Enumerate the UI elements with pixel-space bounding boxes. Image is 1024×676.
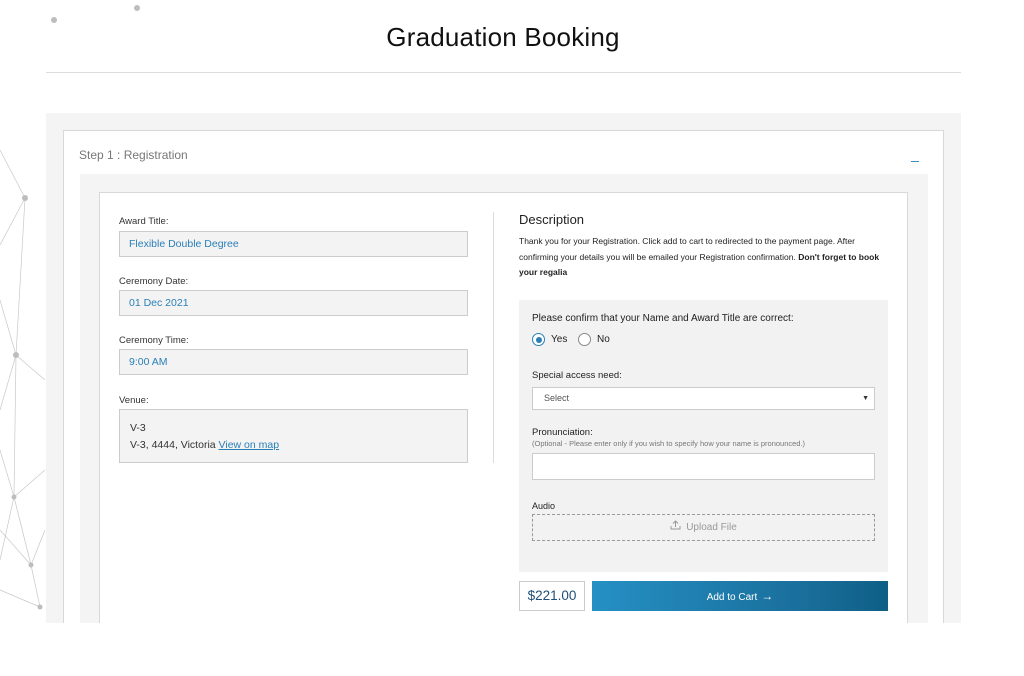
description-text: Thank you for your Registration. Click a…: [519, 234, 881, 281]
radio-no-label[interactable]: No: [597, 334, 610, 345]
radio-yes-label[interactable]: Yes: [551, 334, 567, 345]
page-title: Graduation Booking: [386, 22, 620, 52]
title-divider: [46, 72, 961, 73]
special-access-value: Select: [544, 393, 570, 403]
column-divider: [493, 212, 494, 463]
add-to-cart-label: Add to Cart: [706, 592, 758, 603]
radio-no[interactable]: [578, 333, 591, 346]
caret-down-icon: ▼: [862, 395, 869, 402]
radio-yes[interactable]: [532, 333, 545, 346]
upload-file-button[interactable]: Upload File: [532, 514, 875, 541]
arrow-right-icon: →: [761, 589, 774, 603]
view-on-map-link[interactable]: View on map: [219, 439, 280, 451]
audio-label: Audio: [532, 501, 556, 511]
venue-address: V-3, 4444, Victoria: [130, 439, 216, 451]
venue-label: Venue:: [119, 395, 149, 406]
price-display: $221.00: [519, 581, 585, 611]
venue-name: V-3: [130, 422, 146, 434]
award-title-label: Award Title:: [119, 216, 169, 227]
pronunciation-label: Pronunciation:: [532, 427, 593, 438]
confirm-question: Please confirm that your Name and Award …: [532, 313, 794, 324]
special-access-label: Special access need:: [532, 370, 622, 381]
ceremony-date-field: 01 Dec 2021: [119, 290, 468, 316]
pronunciation-input[interactable]: [532, 453, 875, 480]
upload-icon: [670, 515, 681, 540]
add-to-cart-button[interactable]: Add to Cart →: [592, 581, 888, 611]
special-access-select[interactable]: Select ▼: [532, 387, 875, 410]
pronunciation-hint: (Optional - Please enter only if you wis…: [532, 439, 806, 448]
ceremony-time-label: Ceremony Time:: [119, 335, 189, 346]
venue-address-line: V-3, 4444, Victoria View on map: [130, 437, 467, 454]
ceremony-time-field: 9:00 AM: [119, 349, 468, 375]
award-title-field: Flexible Double Degree: [119, 231, 468, 257]
page: Graduation Booking Step 1 : Registration…: [0, 0, 1024, 676]
upload-file-label: Upload File: [686, 522, 737, 533]
step-title: Step 1 : Registration: [79, 148, 188, 162]
ceremony-date-label: Ceremony Date:: [119, 276, 189, 287]
collapse-button[interactable]: _: [909, 145, 921, 163]
description-heading: Description: [519, 212, 585, 227]
venue-field: V-3 V-3, 4444, Victoria View on map: [119, 409, 468, 463]
